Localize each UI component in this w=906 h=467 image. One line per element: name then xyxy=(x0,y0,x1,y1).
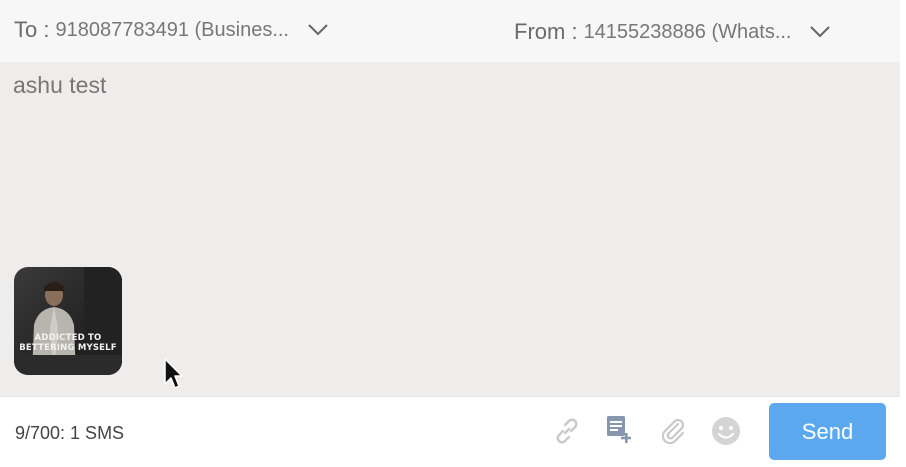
to-recipient-selector[interactable]: To : 918087783491 (Busines... xyxy=(14,16,329,44)
composer-footer: 9/700: 1 SMS Send xyxy=(0,396,900,467)
emoji-icon[interactable] xyxy=(710,415,742,447)
to-value: 918087783491 (Busines... xyxy=(55,18,289,41)
mouse-pointer-icon xyxy=(163,358,183,390)
composer-header: To : 918087783491 (Busines... From : 141… xyxy=(0,0,900,62)
attachment-caption: ADDICTED TO BETTERING MYSELF xyxy=(19,333,117,353)
from-sender-selector[interactable]: From : 14155238886 (Whats... xyxy=(514,18,831,46)
to-label: To : xyxy=(14,17,50,42)
attachment-thumbnail[interactable]: ADDICTED TO BETTERING MYSELF xyxy=(14,267,122,375)
character-counter: 9/700: 1 SMS xyxy=(15,423,125,443)
message-text[interactable]: ashu test xyxy=(13,72,106,99)
send-button[interactable]: Send xyxy=(769,403,886,460)
from-label: From : xyxy=(514,19,578,44)
message-body[interactable]: ashu test ADDICTED TO BETTERING MYSELF xyxy=(0,62,900,396)
from-value: 14155238886 (Whats... xyxy=(583,20,792,43)
template-add-icon[interactable] xyxy=(603,413,635,445)
chevron-down-icon[interactable] xyxy=(809,25,831,39)
paperclip-icon[interactable] xyxy=(657,415,689,447)
chevron-down-icon[interactable] xyxy=(307,23,329,37)
link-icon[interactable] xyxy=(551,415,583,447)
message-composer: To : 918087783491 (Busines... From : 141… xyxy=(0,0,900,467)
